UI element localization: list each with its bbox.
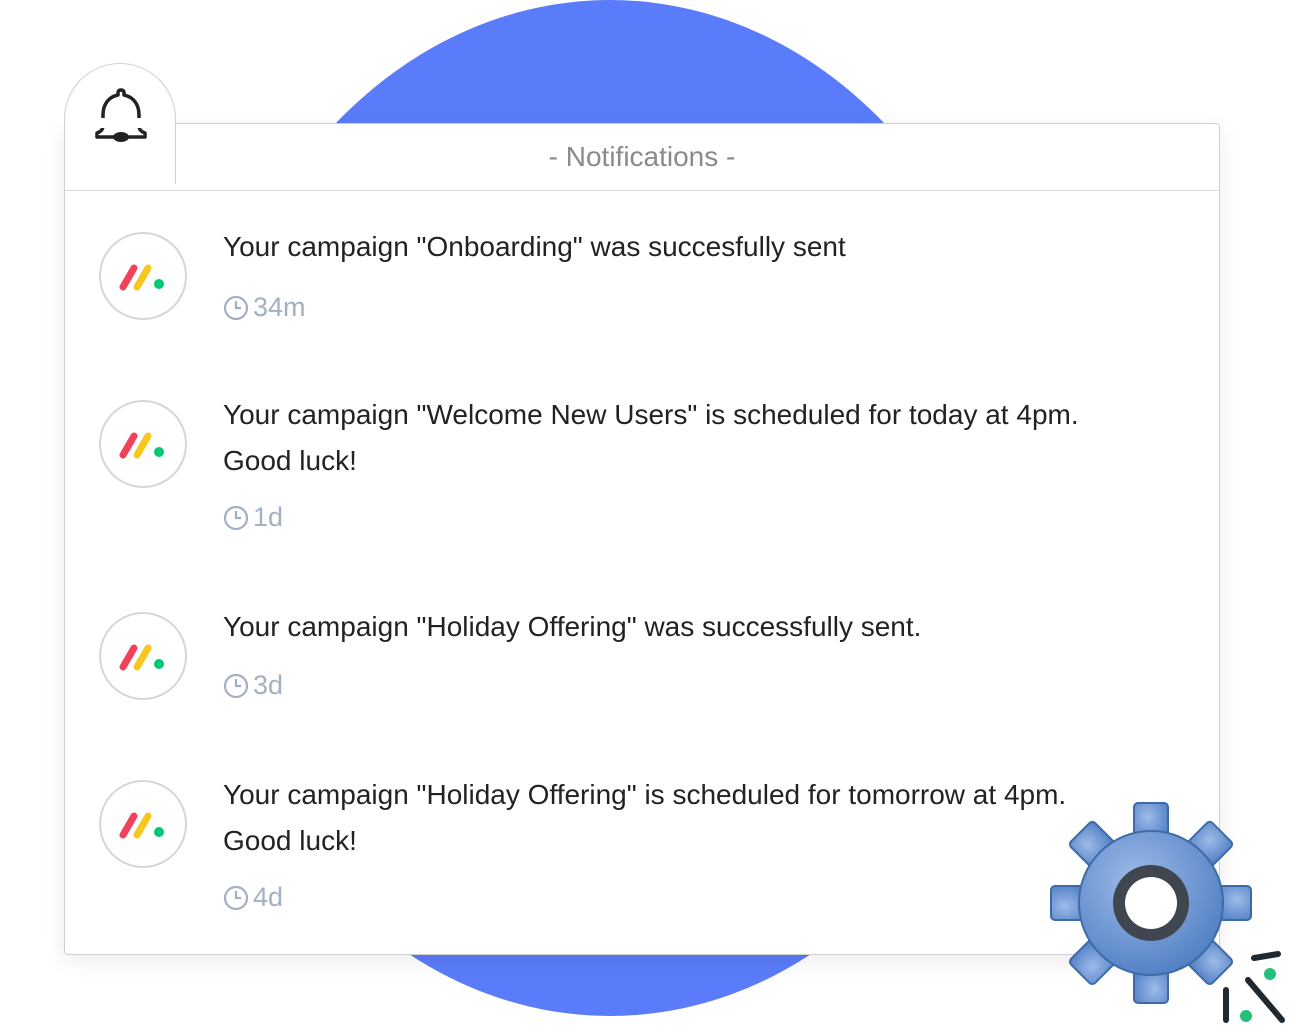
notification-time: 4d (223, 882, 283, 913)
panel-title: - Notifications - (548, 141, 736, 172)
notification-time: 3d (223, 670, 283, 701)
notification-message: Your campaign "Welcome New Users" is sch… (223, 399, 1079, 476)
notification-time: 1d (223, 502, 283, 533)
tab-join (66, 118, 172, 128)
monday-logo-icon (99, 400, 187, 488)
notification-time: 34m (223, 292, 306, 323)
notifications-panel: - Notifications - Your campaign "Onboard… (64, 123, 1220, 955)
clock-icon (223, 673, 249, 698)
notification-message: Your campaign "Onboarding" was succesful… (223, 231, 846, 262)
notification-message: Your campaign "Holiday Offering" was suc… (223, 611, 922, 642)
brand-mark-icon (1223, 951, 1285, 1023)
clock-icon (223, 295, 249, 320)
monday-logo-icon (99, 780, 187, 868)
monday-logo-icon (99, 612, 187, 700)
clock-icon (223, 885, 249, 910)
bell-icon (95, 88, 147, 142)
panel-header: - Notifications - (65, 124, 1219, 191)
monday-logo-icon (99, 232, 187, 320)
clock-icon (223, 505, 249, 530)
notification-message: Your campaign "Holiday Offering" is sche… (223, 779, 1067, 856)
